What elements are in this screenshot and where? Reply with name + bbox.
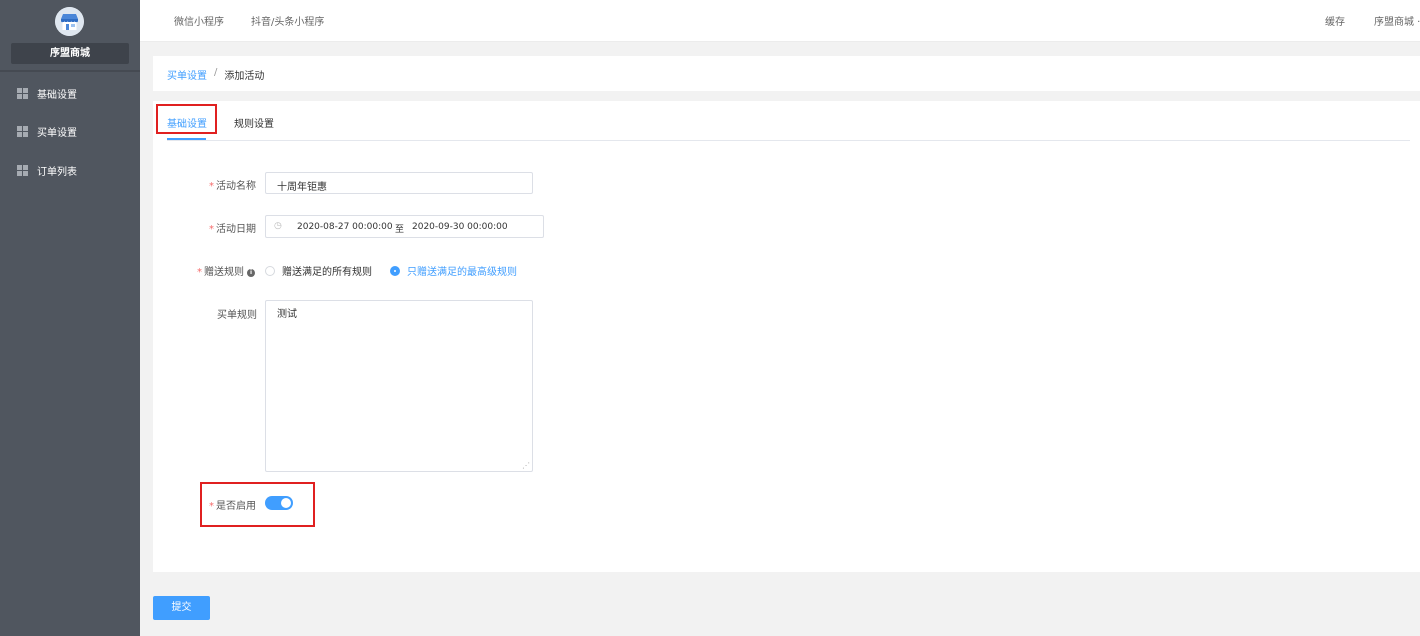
activity-name-input[interactable]: 十周年钜惠 (265, 172, 533, 194)
bill-rule-text: 测试 (277, 309, 297, 320)
resize-handle-icon[interactable]: ⋰ (522, 461, 530, 470)
gift-rule-label: * 赠送规则 i (197, 263, 255, 278)
breadcrumb: 买单设置 / 添加活动 (167, 67, 264, 82)
top-tab-wechat-miniprogram[interactable]: 微信小程序 (174, 13, 224, 28)
active-tab-indicator (167, 138, 206, 140)
sidebar-item-label: 订单列表 (37, 166, 77, 178)
user-menu[interactable]: 序盟商城 · (1374, 13, 1420, 28)
shop-logo-icon (55, 7, 84, 36)
date-end[interactable]: 2020-09-30 00:00:00 (412, 222, 508, 232)
breadcrumb-separator: / (214, 67, 218, 78)
bill-rule-textarea[interactable]: 测试 ⋰ (265, 300, 533, 472)
clock-icon: ◷ (274, 221, 282, 231)
activity-name-label: * 活动名称 (209, 181, 256, 192)
sidebar-item-order-list[interactable]: 订单列表 (0, 159, 140, 181)
highlight-box-tab (156, 104, 217, 134)
top-tab-douyin-miniprogram[interactable]: 抖音/头条小程序 (251, 13, 324, 28)
date-separator: 至 (395, 225, 405, 235)
bill-rule-label: 买单规则 (217, 310, 257, 321)
grid-icon (17, 164, 28, 176)
radio-circle-icon (265, 265, 275, 276)
sidebar-item-label: 买单设置 (37, 127, 77, 139)
sidebar-item-bill-settings[interactable]: 买单设置 (0, 120, 140, 142)
info-icon: i (247, 269, 255, 277)
radio-gift-all-rules[interactable]: 赠送满足的所有规则 (265, 263, 372, 278)
sidebar: 序盟商城 基础设置 买单设置 订单列表 (0, 0, 140, 636)
tab-rule-settings[interactable]: 规则设置 (234, 115, 274, 130)
cache-button[interactable]: 缓存 (1325, 13, 1345, 28)
grid-icon (17, 87, 28, 99)
breadcrumb-card: 买单设置 / 添加活动 (153, 56, 1420, 91)
highlight-box-switch (200, 482, 315, 527)
radio-checked-icon (390, 265, 400, 276)
tab-bar: 基础设置 规则设置 (167, 101, 1410, 141)
radio-gift-highest-rule[interactable]: 只赠送满足的最高级规则 (390, 263, 517, 278)
grid-icon (17, 125, 28, 137)
sidebar-item-basic-settings[interactable]: 基础设置 (0, 82, 140, 104)
breadcrumb-parent-link[interactable]: 买单设置 (167, 67, 207, 82)
breadcrumb-current: 添加活动 (224, 71, 265, 82)
activity-date-range-picker[interactable]: ◷ 2020-08-27 00:00:00 至 2020-09-30 00:00… (265, 215, 544, 238)
date-start[interactable]: 2020-08-27 00:00:00 (297, 222, 393, 232)
sidebar-divider (0, 70, 140, 72)
top-bar: 微信小程序 抖音/头条小程序 缓存 序盟商城 · (140, 0, 1420, 42)
activity-date-label: * 活动日期 (209, 224, 256, 235)
sidebar-item-label: 基础设置 (37, 89, 77, 101)
shop-name: 序盟商城 (11, 43, 129, 64)
form-card: 基础设置 规则设置 * 活动名称 十周年钜惠 * 活动日期 ◷ 2020-08-27… (153, 101, 1420, 572)
submit-button[interactable]: 提交 (153, 596, 210, 620)
